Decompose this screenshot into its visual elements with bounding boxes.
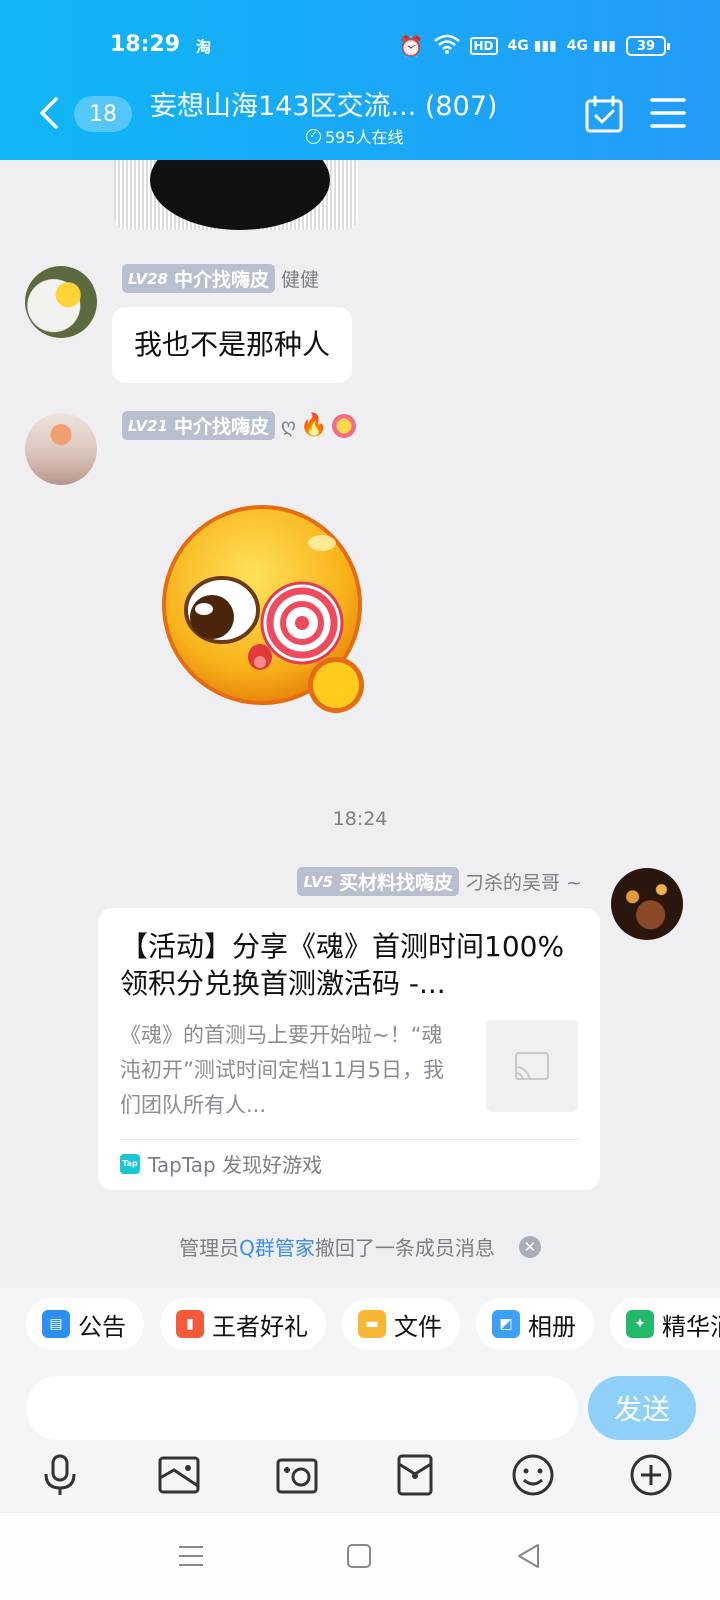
chip-label: 公告 bbox=[78, 1312, 126, 1341]
notice-suffix: 撤回了一条成员消息 bbox=[314, 1236, 495, 1260]
close-icon[interactable]: ✕ bbox=[518, 1235, 541, 1258]
member-title-badge: LV28 中介找嗨皮 bbox=[122, 264, 275, 293]
sender-info: LV21 中介找嗨皮 ღ 🔥 bbox=[122, 411, 356, 440]
chip-essence[interactable]: ✦ 精华消 bbox=[610, 1298, 720, 1350]
back-triangle-icon[interactable] bbox=[514, 1541, 544, 1571]
chip-notice[interactable]: ▤ 公告 bbox=[26, 1298, 144, 1350]
signal-4g-icon: 4G ▮▮▮ bbox=[507, 38, 557, 54]
card-source: Tap TapTap 发现好游戏 bbox=[120, 1149, 322, 1178]
member-title-badge: LV21 中介找嗨皮 bbox=[122, 411, 275, 440]
input-toolbar bbox=[0, 1452, 720, 1504]
fire-icon: 🔥 bbox=[300, 413, 328, 438]
emoji-icon[interactable] bbox=[510, 1452, 556, 1498]
group-title[interactable]: 妄想山海143区交流... (807) bbox=[150, 84, 510, 123]
message-input[interactable] bbox=[26, 1376, 578, 1440]
flower-face-icon bbox=[331, 413, 356, 438]
chip-label: 精华消 bbox=[662, 1312, 720, 1341]
menu-icon[interactable] bbox=[650, 96, 686, 130]
chip-album[interactable]: ◩ 相册 bbox=[476, 1298, 594, 1350]
avatar[interactable] bbox=[25, 413, 97, 485]
network-type-2: 4G bbox=[566, 38, 588, 54]
folder-icon: ▬ bbox=[358, 1310, 386, 1338]
card-source-label: TapTap 发现好游戏 bbox=[148, 1153, 323, 1177]
status-bar: 18:29 淘 ⏰ HD 4G ▮▮▮ 4G ▮▮▮ 39 bbox=[0, 30, 720, 66]
avatar[interactable] bbox=[611, 868, 683, 940]
camera-icon[interactable] bbox=[274, 1452, 320, 1498]
card-divider bbox=[120, 1139, 578, 1140]
sender-info: LV5 买材料找嗨皮 刁杀的吴哥 ~ bbox=[297, 867, 582, 896]
status-icons: ⏰ HD 4G ▮▮▮ 4G ▮▮▮ 39 bbox=[398, 34, 670, 58]
network-type-1: 4G bbox=[507, 38, 529, 54]
online-check-icon: ✓ bbox=[306, 128, 321, 144]
recent-apps-icon[interactable] bbox=[176, 1541, 206, 1571]
image-content bbox=[150, 160, 330, 230]
calendar-check-icon[interactable] bbox=[584, 94, 624, 134]
notice-link[interactable]: Q群管家 bbox=[239, 1232, 315, 1261]
wifi-icon bbox=[433, 34, 460, 58]
chip-label: 文件 bbox=[394, 1312, 442, 1341]
card-description: 《魂》的首测马上要开始啦~！“魂沌初开”测试时间定档11月5日，我们团队所有人.… bbox=[120, 1023, 444, 1117]
member-title: 中介找嗨皮 bbox=[173, 416, 269, 438]
plus-icon[interactable] bbox=[628, 1452, 674, 1498]
status-time: 18:29 bbox=[110, 32, 181, 57]
red-packet-icon[interactable] bbox=[392, 1452, 438, 1498]
member-title: 买材料找嗨皮 bbox=[339, 872, 454, 894]
shared-link-card[interactable]: 【活动】分享《魂》首测时间100%领积分兑换首测激活码 -... 《魂》的首测马… bbox=[98, 908, 600, 1190]
chip-gift[interactable]: ▮ 王者好礼 bbox=[160, 1298, 326, 1350]
image-placeholder-icon bbox=[515, 1052, 549, 1080]
chat-header: 18:29 淘 ⏰ HD 4G ▮▮▮ 4G ▮▮▮ 39 18 妄想山海143… bbox=[0, 0, 720, 160]
notice-icon: ▤ bbox=[42, 1310, 70, 1338]
sender-info: LV28 中介找嗨皮 健健 bbox=[122, 264, 319, 293]
level-label: LV5 bbox=[303, 872, 334, 891]
signal-4g-icon: 4G ▮▮▮ bbox=[566, 38, 616, 54]
avatar[interactable] bbox=[25, 266, 97, 338]
level-label: LV21 bbox=[128, 416, 168, 435]
unread-count-badge[interactable]: 18 bbox=[74, 96, 132, 132]
chip-label: 相册 bbox=[528, 1312, 576, 1341]
image-message[interactable] bbox=[114, 160, 358, 230]
album-icon: ◩ bbox=[492, 1310, 520, 1338]
send-button[interactable]: 发送 bbox=[588, 1376, 696, 1440]
hd-icon: HD bbox=[469, 37, 498, 55]
input-panel: ▤ 公告 ▮ 王者好礼 ▬ 文件 ◩ 相册 ✦ 精华消 发送 bbox=[0, 1288, 720, 1512]
home-icon[interactable] bbox=[344, 1541, 374, 1571]
gift-icon: ▮ bbox=[176, 1310, 204, 1338]
link-thumbnail bbox=[486, 1020, 578, 1112]
online-count: ✓ 595人在线 bbox=[306, 124, 404, 148]
level-label: LV28 bbox=[128, 269, 168, 288]
message-timestamp: 18:24 bbox=[332, 808, 388, 830]
recall-notice: 管理员 Q群管家 撤回了一条成员消息 ✕ bbox=[0, 1232, 720, 1261]
image-icon[interactable] bbox=[156, 1452, 202, 1498]
alarm-icon: ⏰ bbox=[398, 34, 424, 58]
lollipop-eye-face-sticker[interactable] bbox=[160, 505, 372, 725]
essence-icon: ✦ bbox=[626, 1310, 654, 1338]
message-bubble[interactable]: 我也不是那种人 bbox=[112, 307, 353, 383]
system-navigation-bar bbox=[0, 1512, 720, 1600]
sender-name[interactable]: ღ bbox=[281, 415, 296, 437]
quick-actions: ▤ 公告 ▮ 王者好礼 ▬ 文件 ◩ 相册 ✦ 精华消 bbox=[26, 1298, 720, 1350]
microphone-icon[interactable] bbox=[37, 1452, 83, 1498]
taobao-notification-icon: 淘 bbox=[196, 38, 212, 56]
battery-icon: 39 bbox=[626, 36, 670, 56]
member-title-badge: LV5 买材料找嗨皮 bbox=[297, 867, 460, 896]
sender-name[interactable]: 刁杀的吴哥 ~ bbox=[465, 868, 582, 895]
chip-files[interactable]: ▬ 文件 bbox=[342, 1298, 460, 1350]
member-title: 中介找嗨皮 bbox=[173, 269, 269, 291]
sender-name[interactable]: 健健 bbox=[281, 265, 319, 292]
chip-label: 王者好礼 bbox=[212, 1312, 308, 1341]
back-arrow-icon[interactable] bbox=[36, 96, 62, 130]
notice-prefix: 管理员 bbox=[179, 1236, 240, 1260]
online-count-label: 595人在线 bbox=[325, 128, 404, 147]
taptap-logo-icon: Tap bbox=[120, 1153, 140, 1174]
card-title: 【活动】分享《魂》首测时间100%领积分兑换首测激活码 -... bbox=[120, 930, 565, 1000]
